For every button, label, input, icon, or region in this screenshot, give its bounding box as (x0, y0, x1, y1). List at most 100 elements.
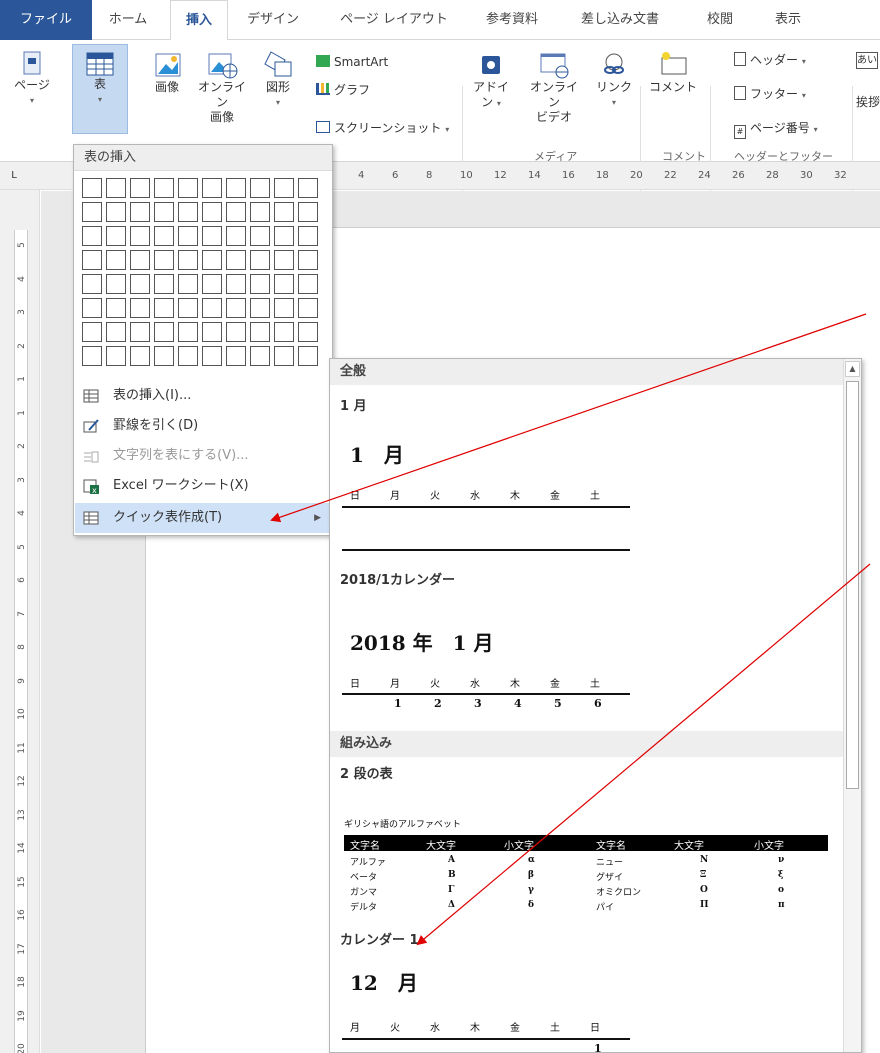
online-image-button[interactable]: オンライン 画像 (194, 50, 250, 130)
table-grid-cell[interactable] (226, 226, 246, 246)
table-grid-cell[interactable] (106, 274, 126, 294)
table-grid-cell[interactable] (130, 346, 150, 366)
table-grid-cell[interactable] (154, 178, 174, 198)
table-grid-cell[interactable] (130, 202, 150, 222)
scroll-thumb[interactable] (846, 381, 859, 789)
table-grid-cell[interactable] (226, 298, 246, 318)
menu-excel-worksheet[interactable]: x Excel ワークシート(X) (75, 471, 331, 501)
table-grid-cell[interactable] (274, 202, 294, 222)
table-grid-cell[interactable] (202, 274, 222, 294)
table-grid-cell[interactable] (274, 322, 294, 342)
table-grid-cell[interactable] (178, 202, 198, 222)
table-grid-cell[interactable] (178, 178, 198, 198)
link-button[interactable]: リンク ▾ (592, 50, 636, 130)
image-button[interactable]: 画像 (142, 50, 192, 120)
table-grid-cell[interactable] (298, 202, 318, 222)
tab-home[interactable]: ホーム (100, 0, 156, 40)
menu-draw-table[interactable]: 罫線を引く(D) (75, 411, 331, 441)
table-grid-cell[interactable] (82, 202, 102, 222)
graph-button[interactable]: グラフ (316, 80, 370, 100)
table-grid-cell[interactable] (226, 202, 246, 222)
table-grid-cell[interactable] (130, 322, 150, 342)
table-grid-cell[interactable] (106, 226, 126, 246)
table-grid-cell[interactable] (226, 250, 246, 270)
table-grid-cell[interactable] (130, 226, 150, 246)
tab-file[interactable]: ファイル (0, 0, 92, 40)
header-button[interactable]: ヘッダー ▾ (734, 50, 806, 70)
tab-insert[interactable]: 挿入 (170, 0, 228, 41)
table-grid-cell[interactable] (82, 298, 102, 318)
table-grid-cell[interactable] (178, 250, 198, 270)
table-grid-cell[interactable] (250, 274, 270, 294)
table-grid-cell[interactable] (106, 322, 126, 342)
table-grid-cell[interactable] (154, 322, 174, 342)
table-grid-cell[interactable] (82, 250, 102, 270)
table-grid-cell[interactable] (178, 274, 198, 294)
page-button[interactable]: ページ ▾ (4, 50, 60, 130)
table-grid-cell[interactable] (154, 202, 174, 222)
table-grid-cell[interactable] (226, 274, 246, 294)
table-grid-cell[interactable] (298, 226, 318, 246)
table-grid-cell[interactable] (274, 274, 294, 294)
table-grid-cell[interactable] (82, 178, 102, 198)
table-grid-cell[interactable] (298, 274, 318, 294)
table-grid-cell[interactable] (130, 250, 150, 270)
table-grid-cell[interactable] (202, 202, 222, 222)
table-grid-cell[interactable] (106, 178, 126, 198)
table-grid-cell[interactable] (226, 178, 246, 198)
table-grid-cell[interactable] (178, 298, 198, 318)
table-grid-cell[interactable] (298, 346, 318, 366)
table-grid-cell[interactable] (202, 226, 222, 246)
tab-mailings[interactable]: 差し込み文書 (560, 0, 680, 40)
table-grid-cell[interactable] (250, 322, 270, 342)
table-grid-cell[interactable] (82, 322, 102, 342)
table-grid-cell[interactable] (202, 250, 222, 270)
table-grid-cell[interactable] (250, 202, 270, 222)
table-grid-cell[interactable] (298, 178, 318, 198)
scroll-up-icon[interactable]: ▲ (845, 361, 860, 377)
tab-selector[interactable]: L (6, 168, 22, 184)
table-grid-cell[interactable] (250, 250, 270, 270)
table-grid-cell[interactable] (298, 250, 318, 270)
table-grid-cell[interactable] (82, 274, 102, 294)
table-grid-cell[interactable] (106, 202, 126, 222)
page-number-button[interactable]: # ページ番号 ▾ (734, 118, 818, 139)
table-grid-cell[interactable] (82, 346, 102, 366)
table-grid-cell[interactable] (274, 298, 294, 318)
table-grid-cell[interactable] (106, 298, 126, 318)
table-grid-cell[interactable] (298, 298, 318, 318)
table-grid-cell[interactable] (274, 226, 294, 246)
table-grid-cell[interactable] (274, 346, 294, 366)
comment-button[interactable]: コメント (646, 50, 700, 130)
table-grid-cell[interactable] (130, 274, 150, 294)
tab-design[interactable]: デザイン (236, 0, 310, 40)
addin-button[interactable]: アドイ ン ▾ (466, 50, 516, 130)
greeting-button[interactable]: あい 挨拶 (856, 52, 880, 132)
table-grid-cell[interactable] (154, 298, 174, 318)
screenshot-button[interactable]: スクリーンショット ▾ (316, 118, 449, 138)
table-grid-cell[interactable] (250, 298, 270, 318)
online-video-button[interactable]: オンライン ビデオ (526, 50, 582, 130)
table-grid-cell[interactable] (130, 178, 150, 198)
menu-quick-tables[interactable]: クイック表作成(T) ▶ (75, 503, 331, 533)
footer-button[interactable]: フッター ▾ (734, 84, 806, 104)
table-grid-cell[interactable] (82, 226, 102, 246)
table-grid-cell[interactable] (106, 250, 126, 270)
table-grid-cell[interactable] (178, 346, 198, 366)
table-grid-cell[interactable] (178, 226, 198, 246)
table-grid-cell[interactable] (298, 322, 318, 342)
tab-references[interactable]: 参考資料 (476, 0, 548, 40)
tab-review[interactable]: 校閲 (694, 0, 746, 40)
tab-view[interactable]: 表示 (760, 0, 816, 40)
gallery-item-2018-calendar[interactable]: 2018/1カレンダー 2018 年 1 月 日 月 火 水 木 金 土 1 2 3 4 5 6 (330, 565, 843, 735)
table-grid-cell[interactable] (130, 298, 150, 318)
table-grid-cell[interactable] (106, 346, 126, 366)
table-grid-cell[interactable] (202, 322, 222, 342)
table-button[interactable]: 表 ▾ (72, 44, 128, 134)
gallery-item-january[interactable]: 1 月 1 月 日 月 火 水 木 金 土 (330, 385, 843, 565)
table-grid-cell[interactable] (154, 226, 174, 246)
table-grid-cell[interactable] (250, 346, 270, 366)
table-grid-cell[interactable] (250, 226, 270, 246)
table-grid-cell[interactable] (154, 250, 174, 270)
table-grid-cell[interactable] (226, 322, 246, 342)
